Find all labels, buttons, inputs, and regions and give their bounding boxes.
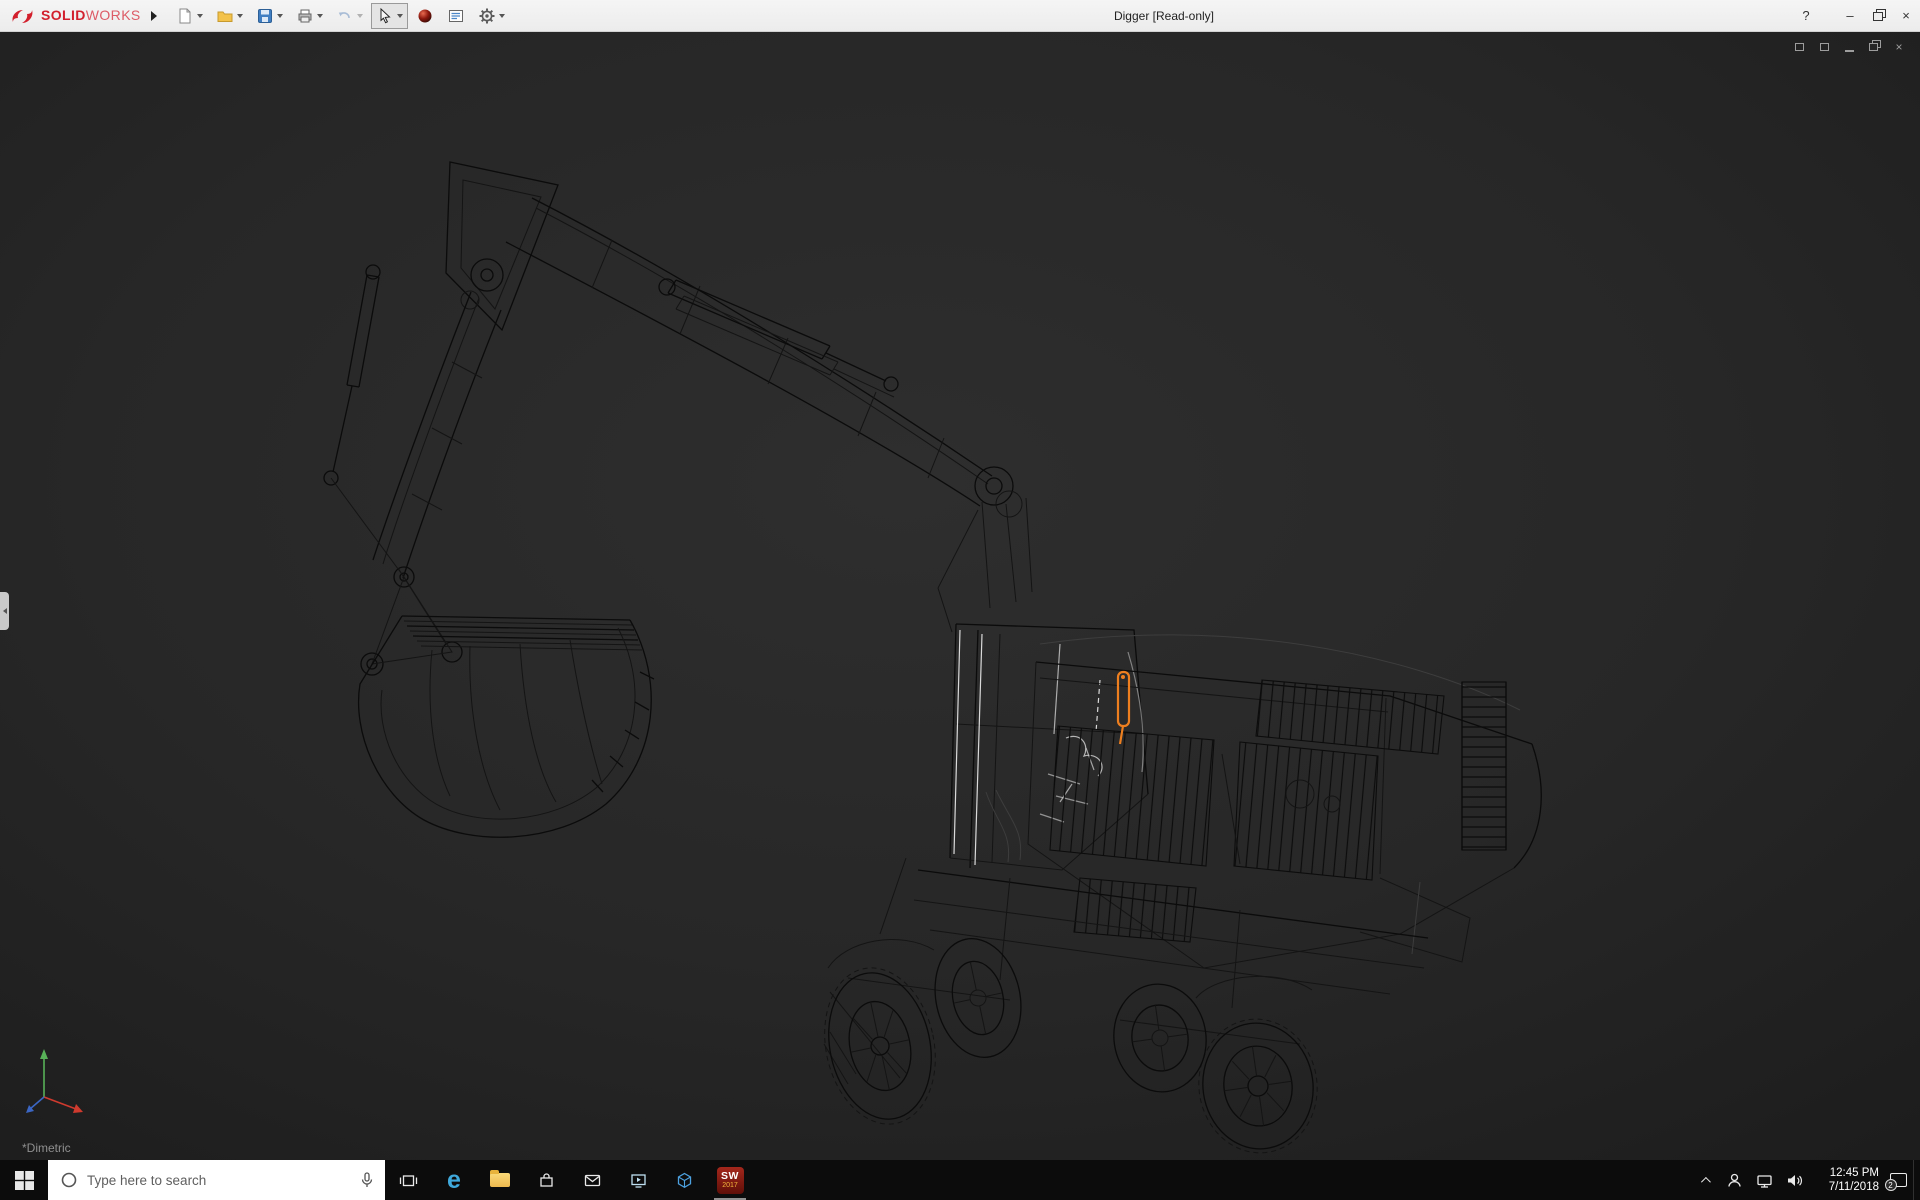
doc-restore-icon (1869, 42, 1880, 52)
viewport-background (0, 32, 1920, 1160)
cortana-icon (60, 1171, 78, 1189)
start-button[interactable] (0, 1160, 48, 1200)
new-document-button[interactable] (171, 3, 208, 29)
appearance-button[interactable] (411, 3, 439, 29)
appearance-sphere-icon (416, 7, 434, 25)
network-button[interactable] (1749, 1160, 1779, 1200)
solidworks-logo: SOLIDWORKS (10, 6, 141, 26)
open-button[interactable] (211, 3, 248, 29)
clock-time: 12:45 PM (1830, 1166, 1879, 1180)
taskbar-edge-button[interactable]: e (431, 1160, 477, 1200)
view-orientation-label: *Dimetric (22, 1141, 71, 1155)
open-folder-icon (216, 7, 234, 25)
display-settings-button[interactable] (442, 3, 470, 29)
doc-close-button[interactable]: × (1892, 40, 1906, 54)
people-icon (1725, 1171, 1744, 1190)
help-button[interactable]: ? (1792, 0, 1820, 31)
taskbar-file-explorer-button[interactable] (477, 1160, 523, 1200)
graphics-viewport[interactable]: × *Dimetric (0, 32, 1920, 1160)
ds-logo-icon (10, 6, 36, 26)
panel-collapse-tab[interactable] (0, 592, 9, 630)
close-button[interactable]: × (1892, 0, 1920, 31)
volume-button[interactable] (1779, 1160, 1809, 1200)
taskbar-clock[interactable]: 12:45 PM 7/11/2018 (1809, 1160, 1883, 1200)
new-document-icon (176, 7, 194, 25)
titlebar: SOLIDWORKS (0, 0, 1920, 32)
restore-icon (1873, 11, 1884, 21)
print-button[interactable] (291, 3, 328, 29)
window-controls: ? – × (1792, 0, 1920, 31)
doc-restore-button[interactable] (1867, 40, 1881, 54)
select-flyout-caret[interactable] (397, 14, 403, 18)
save-button[interactable] (251, 3, 288, 29)
task-view-icon (399, 1171, 418, 1190)
tray-expand-button[interactable] (1689, 1160, 1719, 1200)
doc-minimize-button[interactable] (1842, 40, 1856, 54)
taskbar-solidworks-button[interactable]: SW2017 (707, 1160, 753, 1200)
network-icon (1755, 1171, 1774, 1190)
save-icon (256, 7, 274, 25)
cascade-icon (1795, 43, 1804, 51)
save-flyout-caret[interactable] (277, 14, 283, 18)
print-flyout-caret[interactable] (317, 14, 323, 18)
doc-tile-button[interactable] (1817, 40, 1831, 54)
document-window-controls: × (1792, 40, 1906, 54)
search-input[interactable] (87, 1173, 350, 1188)
doc-cascade-button[interactable] (1792, 40, 1806, 54)
taskbar-search[interactable] (48, 1160, 385, 1200)
print-icon (296, 7, 314, 25)
3d-viewer-icon (675, 1171, 694, 1190)
action-center-button[interactable]: 2 (1883, 1160, 1913, 1200)
undo-flyout-caret[interactable] (357, 14, 363, 18)
notification-badge: 2 (1885, 1179, 1897, 1191)
options-button[interactable] (473, 3, 510, 29)
taskbar-store-button[interactable] (523, 1160, 569, 1200)
clock-date: 7/11/2018 (1829, 1180, 1879, 1194)
chevron-up-icon (1700, 1176, 1710, 1186)
taskbar-3d-viewer-button[interactable] (661, 1160, 707, 1200)
solidworks-taskbar-icon: SW2017 (717, 1167, 744, 1194)
brand-text-works: WORKS (86, 7, 141, 23)
tile-icon (1820, 43, 1829, 51)
wireframe-model[interactable] (0, 32, 1920, 1160)
task-view-button[interactable] (385, 1160, 431, 1200)
window-title: Digger [Read-only] (1114, 9, 1214, 23)
mail-icon (583, 1171, 602, 1190)
display-settings-icon (447, 7, 465, 25)
minimize-button[interactable]: – (1836, 0, 1864, 31)
speaker-icon (1785, 1171, 1804, 1190)
microphone-icon[interactable] (359, 1171, 375, 1189)
open-flyout-caret[interactable] (237, 14, 243, 18)
options-flyout-caret[interactable] (499, 14, 505, 18)
people-button[interactable] (1719, 1160, 1749, 1200)
taskbar-mail-button[interactable] (569, 1160, 615, 1200)
file-explorer-icon (490, 1173, 510, 1187)
select-cursor-icon (376, 7, 394, 25)
orientation-triad (24, 1043, 104, 1130)
film-tv-icon (629, 1171, 648, 1190)
windows-logo-icon (15, 1171, 34, 1190)
edge-icon: e (447, 1168, 461, 1193)
notification-bubble-icon: 2 (1890, 1173, 1907, 1187)
select-tool-button[interactable] (371, 3, 408, 29)
quick-access-toolbar (171, 3, 510, 29)
gear-icon (478, 7, 496, 25)
show-desktop-button[interactable] (1913, 1160, 1920, 1200)
maximize-button[interactable] (1864, 0, 1892, 31)
new-flyout-caret[interactable] (197, 14, 203, 18)
undo-icon (336, 7, 354, 25)
brand-text-solid: SOLID (41, 7, 86, 23)
taskbar-film-tv-button[interactable] (615, 1160, 661, 1200)
taskbar: e (0, 1160, 1920, 1200)
undo-button[interactable] (331, 3, 368, 29)
store-icon (537, 1171, 556, 1190)
solidworks-app: SOLIDWORKS (0, 0, 1920, 1200)
menu-flyout-arrow[interactable] (151, 11, 157, 21)
doc-minimize-icon (1845, 50, 1854, 52)
